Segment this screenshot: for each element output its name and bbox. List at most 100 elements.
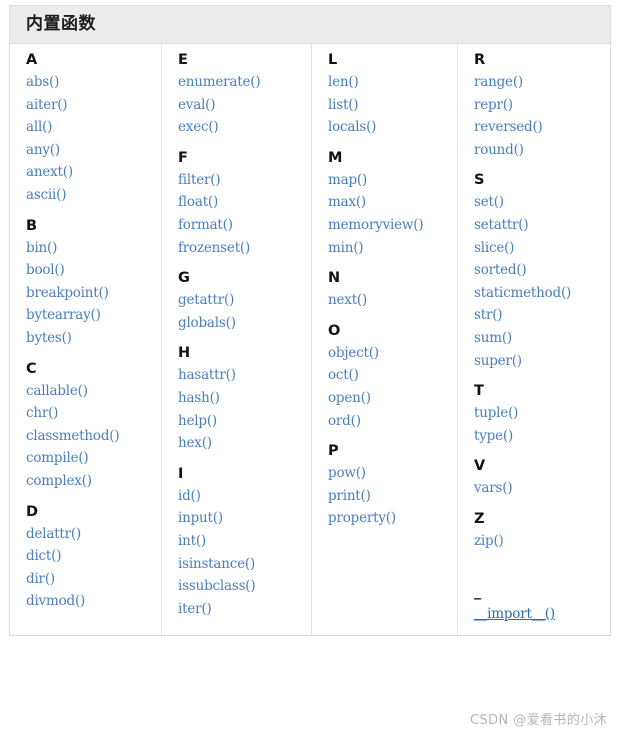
function-link[interactable]: memoryview() [328,214,457,237]
function-link[interactable]: hash() [178,387,311,410]
letter-group-b: Bbin() bool() breakpoint() bytearray() bytes… [26,218,161,350]
function-link[interactable]: range() [474,71,612,94]
function-link[interactable]: bin() [26,237,161,260]
function-link[interactable]: tuple() [474,402,612,425]
letter-group-v: Vvars() [474,459,612,500]
function-link[interactable]: super() [474,350,612,373]
letter-group-i: Iid() input() int() isinstance() issubclass(… [178,465,311,621]
function-link[interactable]: float() [178,191,311,214]
function-link[interactable]: abs() [26,71,161,94]
function-link[interactable]: staticmethod() [474,282,612,305]
function-link[interactable]: slice() [474,237,612,260]
function-link[interactable]: any() [26,139,161,162]
function-link[interactable]: __import__() [474,603,612,626]
letter-group-c: Ccallable() chr() classmethod() compile() co… [26,360,161,493]
function-link[interactable]: vars() [474,477,612,500]
function-link[interactable]: repr() [474,94,612,117]
function-link[interactable]: ascii() [26,184,161,207]
function-link[interactable]: filter() [178,169,311,192]
letter-group-g: Ggetattr() globals() [178,271,311,334]
function-link[interactable]: len() [328,71,457,94]
function-link[interactable]: locals() [328,116,457,139]
function-link[interactable]: compile() [26,447,161,470]
table-column: Rrange() repr() reversed() round() Sset() set… [458,44,612,635]
function-link[interactable]: delattr() [26,523,161,546]
function-link[interactable]: sorted() [474,259,612,282]
letter-group-z: Zzip() [474,510,612,553]
function-link[interactable]: pow() [328,462,457,485]
letter-heading: R [474,52,486,68]
function-link[interactable]: eval() [178,94,311,117]
function-link[interactable]: anext() [26,161,161,184]
function-link[interactable]: enumerate() [178,71,311,94]
letter-heading: E [178,52,188,68]
function-link[interactable]: map() [328,169,457,192]
letter-heading: A [26,52,38,68]
letter-group-r: Rrange() repr() reversed() round() [474,53,612,161]
function-link[interactable]: dir() [26,568,161,591]
function-link[interactable]: getattr() [178,289,311,312]
function-link[interactable]: property() [328,507,457,530]
letter-heading: G [178,270,190,287]
function-link[interactable]: bytes() [26,327,161,350]
function-link[interactable]: zip() [474,530,612,553]
letter-heading: _ [474,583,482,600]
function-link[interactable]: id() [178,485,311,508]
function-link[interactable]: aiter() [26,94,161,117]
function-link[interactable]: min() [328,237,457,260]
letter-group-a: Aabs() aiter() all() any() anext() ascii() [26,53,161,207]
function-link[interactable]: chr() [26,402,161,425]
function-link[interactable]: breakpoint() [26,282,161,305]
function-link[interactable]: sum() [474,327,612,350]
function-link[interactable]: bool() [26,259,161,282]
letter-heading: Z [474,510,485,527]
letter-heading: F [178,149,188,166]
letter-group-_: _ __import__() [474,583,612,626]
function-link[interactable]: help() [178,410,311,433]
watermark: CSDN @爱看书的小沐 [470,713,607,728]
function-link[interactable]: dict() [26,545,161,568]
function-link[interactable]: frozenset() [178,237,311,260]
function-link[interactable]: hex() [178,432,311,455]
function-link[interactable]: exec() [178,116,311,139]
function-link[interactable]: bytearray() [26,304,161,327]
letter-heading: I [178,465,184,482]
letter-heading: M [328,149,343,166]
function-link[interactable]: iter() [178,598,311,621]
letter-group-f: Ffilter() float() format() frozenset() [178,149,311,260]
function-link[interactable]: ord() [328,410,457,433]
function-link[interactable]: list() [328,94,457,117]
function-link[interactable]: isinstance() [178,553,311,576]
function-link[interactable]: globals() [178,312,311,335]
function-link[interactable]: oct() [328,364,457,387]
function-link[interactable]: next() [328,289,457,312]
function-link[interactable]: hasattr() [178,364,311,387]
letter-heading: D [26,503,39,520]
function-link[interactable]: type() [474,425,612,448]
function-link[interactable]: all() [26,116,161,139]
function-link[interactable]: print() [328,485,457,508]
letter-group-o: Oobject() oct() open() ord() [328,323,457,433]
function-link[interactable]: object() [328,342,457,365]
function-link[interactable]: divmod() [26,590,161,613]
function-link[interactable]: reversed() [474,116,612,139]
function-link[interactable]: issubclass() [178,575,311,598]
table-columns: Aabs() aiter() all() any() anext() ascii() Bbi… [10,44,612,636]
function-link[interactable]: round() [474,139,612,162]
function-link[interactable]: str() [474,304,612,327]
function-link[interactable]: format() [178,214,311,237]
function-link[interactable]: max() [328,191,457,214]
function-link[interactable]: input() [178,507,311,530]
table-column: Llen() list() locals() Mmap() max() memoryvie… [312,44,458,636]
function-link[interactable]: complex() [26,470,161,493]
letter-group-m: Mmap() max() memoryview() min() [328,149,457,260]
function-link[interactable]: callable() [26,380,161,403]
letter-group-s: Sset() setattr() slice() sorted() staticmeth… [474,173,612,372]
function-link[interactable]: open() [328,387,457,410]
function-link[interactable]: classmethod() [26,425,161,448]
function-link[interactable]: set() [474,191,612,214]
function-link[interactable]: setattr() [474,214,612,237]
letter-heading: C [26,360,37,377]
function-link[interactable]: int() [178,530,311,553]
